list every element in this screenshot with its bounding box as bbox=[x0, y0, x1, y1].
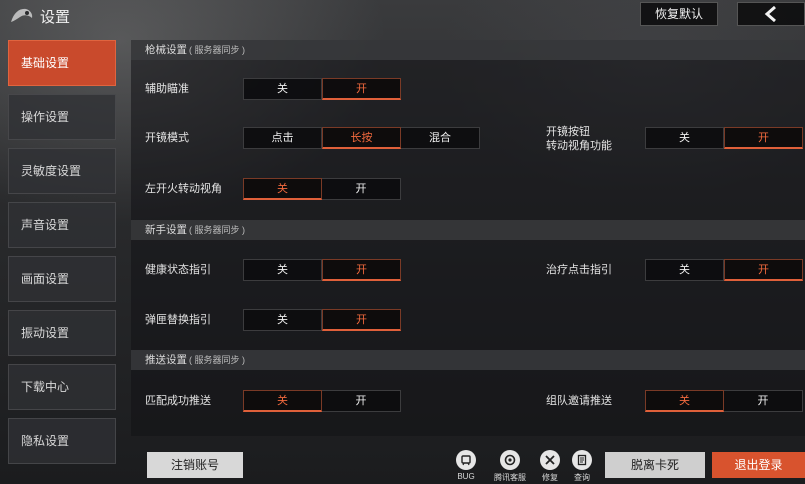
toggle-scope-mode: 点击 长按 混合 bbox=[243, 127, 480, 149]
customer-service-button[interactable]: 腾讯客服 bbox=[493, 450, 527, 483]
sidebar-item-controls[interactable]: 操作设置 bbox=[8, 94, 116, 140]
settings-sidebar: 基础设置 操作设置 灵敏度设置 声音设置 画面设置 振动设置 下载中心 隐私设置 bbox=[0, 40, 128, 484]
setting-label-scope-mode: 开镜模式 bbox=[145, 132, 189, 144]
option-off[interactable]: 关 bbox=[243, 309, 322, 331]
tool-label: 修复 bbox=[542, 473, 558, 482]
section-title: 枪械设置 bbox=[145, 44, 187, 56]
tool-label: 腾讯客服 bbox=[494, 473, 526, 482]
option-off[interactable]: 关 bbox=[243, 259, 322, 281]
option-off[interactable]: 关 bbox=[645, 127, 724, 149]
sidebar-item-downloads[interactable]: 下载中心 bbox=[8, 364, 116, 410]
sidebar-item-privacy[interactable]: 隐私设置 bbox=[8, 418, 116, 464]
footer-bar: 注销账号 BUG 腾讯客服 修复 查询 脱离卡死 退出登录 bbox=[131, 440, 805, 484]
toggle-scope-button-rotate: 关 开 bbox=[645, 127, 803, 149]
bug-icon bbox=[456, 450, 476, 470]
section-header-push: 推送设置( 服务器同步 ) bbox=[131, 350, 805, 370]
sidebar-item-basic[interactable]: 基础设置 bbox=[8, 40, 116, 86]
toggle-left-fire-rotate: 关 开 bbox=[243, 178, 401, 200]
toggle-mag-swap-guide: 关 开 bbox=[243, 309, 401, 331]
option-on[interactable]: 开 bbox=[322, 309, 401, 331]
option-on[interactable]: 开 bbox=[322, 259, 401, 281]
section-title: 推送设置 bbox=[145, 354, 187, 366]
back-button[interactable] bbox=[737, 2, 805, 26]
tool-label: BUG bbox=[457, 472, 475, 481]
bug-report-button[interactable]: BUG bbox=[449, 450, 483, 481]
option-off[interactable]: 关 bbox=[645, 259, 724, 281]
setting-label-mag-swap-guide: 弹匣替换指引 bbox=[145, 314, 211, 326]
section-header-gun: 枪械设置( 服务器同步 ) bbox=[131, 40, 805, 60]
option-tap[interactable]: 点击 bbox=[243, 127, 322, 149]
option-on[interactable]: 开 bbox=[322, 78, 401, 100]
logout-button[interactable]: 退出登录 bbox=[712, 452, 805, 478]
label-line: 转动视角功能 bbox=[546, 140, 612, 152]
setting-label-left-fire-rotate: 左开火转动视角 bbox=[145, 183, 222, 195]
tool-label: 查询 bbox=[574, 473, 590, 482]
sidebar-item-sensitivity[interactable]: 灵敏度设置 bbox=[8, 148, 116, 194]
reset-defaults-button[interactable]: 恢复默认 bbox=[640, 2, 718, 26]
toggle-heal-click-guide: 关 开 bbox=[645, 259, 803, 281]
setting-label-team-invite: 组队邀请推送 bbox=[546, 395, 612, 407]
setting-label-health-guide: 健康状态指引 bbox=[145, 264, 211, 276]
chevron-left-icon bbox=[764, 6, 776, 22]
support-icon bbox=[500, 450, 520, 470]
top-bar: 设置 恢复默认 bbox=[0, 0, 805, 32]
option-off[interactable]: 关 bbox=[645, 390, 724, 412]
toggle-team-invite: 关 开 bbox=[645, 390, 803, 412]
toggle-health-guide: 关 开 bbox=[243, 259, 401, 281]
option-off[interactable]: 关 bbox=[243, 78, 322, 100]
setting-label-match-success: 匹配成功推送 bbox=[145, 395, 211, 407]
toggle-aim-assist: 关 开 bbox=[243, 78, 401, 100]
query-icon bbox=[572, 450, 592, 470]
section-note: ( 服务器同步 ) bbox=[189, 225, 245, 235]
option-on[interactable]: 开 bbox=[724, 390, 803, 412]
query-button[interactable]: 查询 bbox=[565, 450, 599, 483]
sidebar-item-sound[interactable]: 声音设置 bbox=[8, 202, 116, 248]
section-title: 新手设置 bbox=[145, 224, 187, 236]
sidebar-item-vibration[interactable]: 振动设置 bbox=[8, 310, 116, 356]
option-off[interactable]: 关 bbox=[243, 390, 322, 412]
option-on[interactable]: 开 bbox=[724, 259, 803, 281]
setting-label-scope-button-rotate: 开镜按钮 转动视角功能 bbox=[546, 125, 612, 153]
repair-icon bbox=[540, 450, 560, 470]
cancel-account-button[interactable]: 注销账号 bbox=[147, 452, 243, 478]
option-off[interactable]: 关 bbox=[243, 178, 322, 200]
option-on[interactable]: 开 bbox=[724, 127, 803, 149]
section-note: ( 服务器同步 ) bbox=[189, 355, 245, 365]
setting-label-aim-assist: 辅助瞄准 bbox=[145, 83, 189, 95]
section-note: ( 服务器同步 ) bbox=[189, 45, 245, 55]
unstuck-button[interactable]: 脱离卡死 bbox=[605, 452, 705, 478]
toggle-match-success: 关 开 bbox=[243, 390, 401, 412]
option-on[interactable]: 开 bbox=[322, 390, 401, 412]
setting-label-heal-click-guide: 治疗点击指引 bbox=[546, 264, 612, 276]
option-hold[interactable]: 长按 bbox=[322, 127, 401, 149]
label-line: 开镜按钮 bbox=[546, 126, 590, 138]
option-on[interactable]: 开 bbox=[322, 178, 401, 200]
repair-button[interactable]: 修复 bbox=[533, 450, 567, 483]
settings-panel: 枪械设置( 服务器同步 ) 辅助瞄准 关 开 开镜模式 点击 长按 混合 开镜按… bbox=[131, 40, 805, 436]
game-logo-icon bbox=[11, 8, 33, 22]
option-mixed[interactable]: 混合 bbox=[401, 127, 480, 149]
sidebar-item-graphics[interactable]: 画面设置 bbox=[8, 256, 116, 302]
section-header-newbie: 新手设置( 服务器同步 ) bbox=[131, 220, 805, 240]
page-title: 设置 bbox=[40, 9, 71, 26]
